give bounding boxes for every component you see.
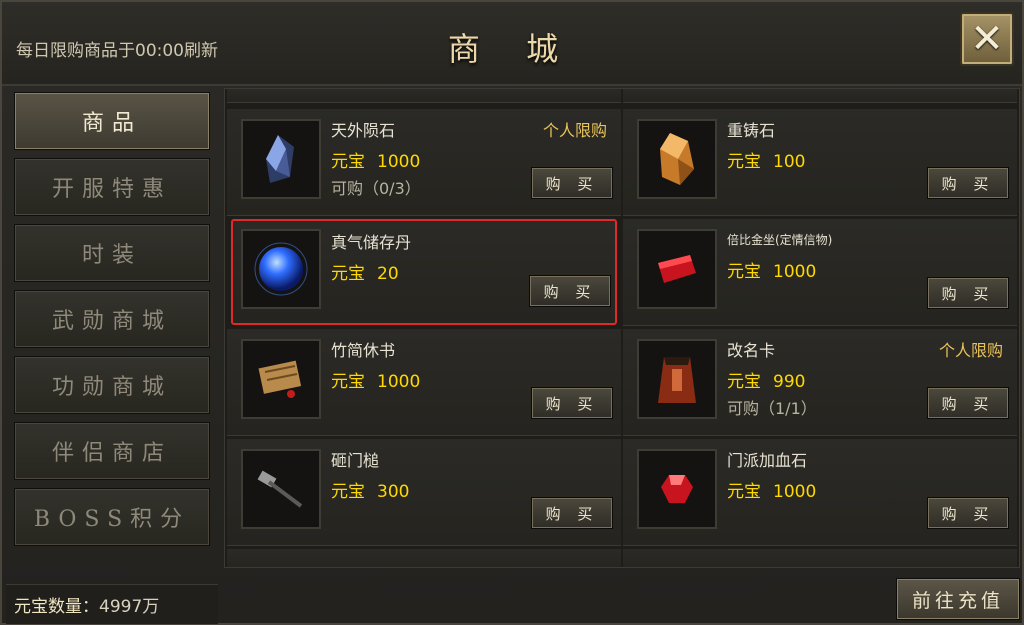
product-card-highlighted: 真气储存丹 元宝 20 购 买 bbox=[231, 219, 617, 325]
buy-button[interactable]: 购 买 bbox=[531, 387, 613, 419]
product-price: 元宝 100 bbox=[727, 152, 806, 172]
sidebar-item-boss-points[interactable]: BOSS积分 bbox=[14, 488, 210, 546]
product-price: 元宝 300 bbox=[331, 482, 410, 502]
shop-window: 每日限购商品于00:00刷新 商 城 ✕ 商品 开服特惠 时装 武勋商城 功勋商… bbox=[0, 0, 1024, 625]
product-price: 元宝 1000 bbox=[331, 152, 421, 172]
buy-button[interactable]: 购 买 bbox=[529, 275, 611, 307]
refresh-note: 每日限购商品于00:00刷新 bbox=[16, 41, 218, 61]
product-price: 元宝 990 bbox=[727, 372, 806, 392]
product-card: 门派加血石 元宝 1000 购 买 bbox=[623, 439, 1017, 546]
purchase-limit-badge: 个人限购 bbox=[938, 341, 1003, 360]
purchase-limit-badge: 个人限购 bbox=[542, 121, 607, 140]
meteorite-icon bbox=[241, 119, 321, 199]
close-icon: ✕ bbox=[970, 16, 1004, 62]
product-name: 重铸石 bbox=[727, 121, 776, 140]
product-name: 天外陨石 bbox=[331, 121, 396, 140]
product-card: 倍比金坐(定情信物) 元宝 1000 购 买 bbox=[623, 219, 1017, 326]
product-grid: 天外陨石 个人限购 元宝 1000 可购（0/3） 购 买 重铸石 元宝 100 购… bbox=[224, 88, 1020, 568]
buy-button[interactable]: 购 买 bbox=[927, 277, 1009, 309]
blue-orb-icon bbox=[241, 229, 321, 309]
product-name: 真气储存丹 bbox=[331, 233, 412, 252]
sidebar-item-partner-shop[interactable]: 伴侣商店 bbox=[14, 422, 210, 480]
buy-button[interactable]: 购 买 bbox=[531, 167, 613, 199]
purchase-quota: 可购（0/3） bbox=[331, 179, 421, 198]
product-card: 砸门槌 元宝 300 购 买 bbox=[227, 439, 621, 546]
buy-button[interactable]: 购 买 bbox=[531, 497, 613, 529]
product-price: 元宝 1000 bbox=[331, 372, 421, 392]
product-price: 元宝 20 bbox=[331, 264, 399, 284]
recharge-button[interactable]: 前往充值 bbox=[896, 578, 1020, 620]
product-cell-partial bbox=[227, 549, 621, 567]
sidebar-item-fashion[interactable]: 时装 bbox=[14, 224, 210, 282]
red-gem-icon bbox=[637, 449, 717, 529]
product-name: 倍比金坐(定情信物) bbox=[727, 233, 833, 247]
product-card: 天外陨石 个人限购 元宝 1000 可购（0/3） 购 买 bbox=[227, 109, 621, 216]
product-name: 砸门槌 bbox=[331, 451, 380, 470]
page-title: 商 城 bbox=[447, 30, 577, 68]
sidebar-item-opening-deals[interactable]: 开服特惠 bbox=[14, 158, 210, 216]
sidebar-item-merit-shop[interactable]: 武勋商城 bbox=[14, 290, 210, 348]
purchase-quota: 可购（1/1） bbox=[727, 399, 817, 418]
buy-button[interactable]: 购 买 bbox=[927, 167, 1009, 199]
balance-label: 元宝数量： bbox=[14, 597, 99, 617]
category-sidebar: 商品 开服特惠 时装 武勋商城 功勋商城 伴侣商店 BOSS积分 bbox=[10, 88, 216, 558]
product-price: 元宝 1000 bbox=[727, 482, 817, 502]
hammer-icon bbox=[241, 449, 321, 529]
recast-stone-icon bbox=[637, 119, 717, 199]
product-cell-partial bbox=[227, 89, 621, 103]
product-card: 重铸石 元宝 100 购 买 bbox=[623, 109, 1017, 216]
product-card: 竹简休书 元宝 1000 购 买 bbox=[227, 329, 621, 436]
currency-balance: 元宝数量： 4997万 bbox=[6, 584, 218, 624]
close-button[interactable]: ✕ bbox=[960, 12, 1014, 66]
buy-button[interactable]: 购 买 bbox=[927, 497, 1009, 529]
title-bar: 每日限购商品于00:00刷新 商 城 ✕ bbox=[2, 2, 1022, 86]
product-card: 改名卡 个人限购 元宝 990 可购（1/1） 购 买 bbox=[623, 329, 1017, 436]
product-cell-partial bbox=[623, 89, 1017, 103]
red-pouch-icon bbox=[637, 229, 717, 309]
sidebar-item-honor-shop[interactable]: 功勋商城 bbox=[14, 356, 210, 414]
rename-card-icon bbox=[637, 339, 717, 419]
product-name: 改名卡 bbox=[727, 341, 776, 360]
buy-button[interactable]: 购 买 bbox=[927, 387, 1009, 419]
scroll-icon bbox=[241, 339, 321, 419]
product-cell-partial bbox=[623, 549, 1017, 567]
product-price: 元宝 1000 bbox=[727, 262, 817, 282]
balance-value: 4997万 bbox=[99, 597, 160, 617]
product-name: 竹简休书 bbox=[331, 341, 396, 360]
product-name: 门派加血石 bbox=[727, 451, 808, 470]
sidebar-item-goods[interactable]: 商品 bbox=[14, 92, 210, 150]
